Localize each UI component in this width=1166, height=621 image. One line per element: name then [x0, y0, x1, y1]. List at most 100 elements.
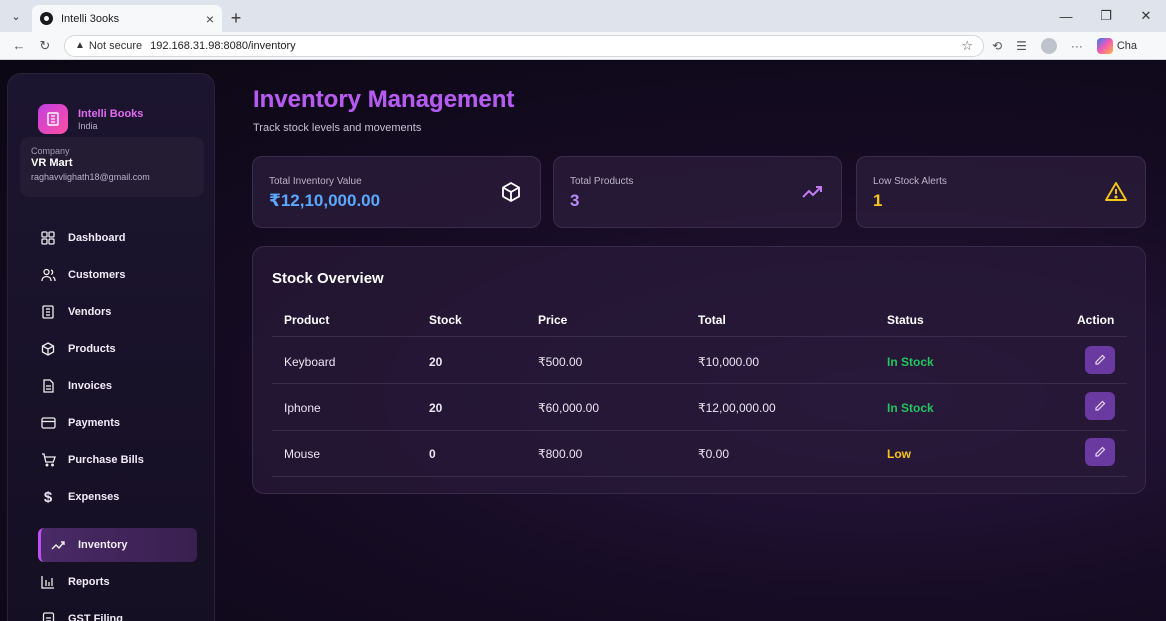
address-bar: ← ↻ ▲ Not secure 192.168.31.98:8080/inve…	[0, 32, 1166, 60]
brand-region: India	[78, 120, 98, 131]
sidebar-item-label: Products	[68, 343, 116, 355]
sidebar-item-inventory[interactable]: Inventory	[38, 528, 197, 562]
copilot-icon[interactable]	[1096, 37, 1113, 54]
bar-chart-icon	[38, 572, 58, 592]
panel-title: Stock Overview	[272, 270, 384, 287]
more-options-icon[interactable]: ···	[1071, 39, 1083, 53]
cell-price: ₹800.00	[538, 447, 583, 461]
sidebar-item-products[interactable]: Products	[38, 332, 198, 366]
pencil-icon	[1095, 400, 1106, 411]
page-title: Inventory Management	[253, 86, 515, 113]
sidebar-item-label: Purchase Bills	[68, 454, 144, 466]
edit-button[interactable]	[1085, 346, 1115, 374]
cell-product: Keyboard	[284, 355, 336, 369]
sidebar-item-label: Expenses	[68, 491, 120, 503]
window-controls: — ❐ ✕	[1046, 0, 1166, 32]
stat-card-total-products: Total Products 3	[553, 156, 842, 228]
file-icon	[38, 609, 58, 621]
sidebar-item-payments[interactable]: Payments	[38, 406, 198, 440]
stat-label: Total Products	[570, 176, 634, 187]
cell-price: ₹500.00	[538, 355, 583, 369]
stat-card-low-stock: Low Stock Alerts 1	[856, 156, 1146, 228]
column-header-total: Total	[698, 313, 726, 327]
sidebar-item-expenses[interactable]: $ Expenses	[38, 480, 198, 514]
refresh-icon[interactable]: ↻	[32, 38, 58, 54]
page-subtitle: Track stock levels and movements	[253, 122, 422, 134]
restore-icon[interactable]: ❐	[1086, 8, 1126, 24]
status-badge: In Stock	[887, 355, 934, 369]
edit-button[interactable]	[1085, 438, 1115, 466]
cell-total: ₹0.00	[698, 447, 729, 461]
url-field[interactable]: ▲ Not secure 192.168.31.98:8080/inventor…	[64, 34, 984, 57]
browser-tab[interactable]: Intelli 3ooks ×	[32, 5, 222, 32]
sidebar-item-label: Reports	[68, 576, 110, 588]
trending-up-icon	[802, 186, 822, 198]
edit-button[interactable]	[1085, 392, 1115, 420]
cart-icon	[38, 450, 58, 470]
sidebar-item-label: Inventory	[78, 539, 128, 551]
cube-icon	[502, 181, 520, 203]
box-icon	[38, 339, 58, 359]
tab-close-icon[interactable]: ×	[206, 11, 214, 27]
company-email: raghavvlighath18@gmail.com	[31, 172, 150, 182]
brand-name: Intelli Books	[78, 107, 144, 120]
profile-avatar[interactable]	[1040, 37, 1057, 54]
sidebar-item-label: GST Filing	[68, 613, 123, 621]
sidebar-item-label: Invoices	[68, 380, 113, 392]
url-text: 192.168.31.98:8080/inventory	[150, 39, 296, 52]
sidebar-item-invoices[interactable]: Invoices	[38, 369, 198, 403]
warning-icon: ▲	[75, 40, 85, 51]
brand: Intelli Books India	[38, 104, 143, 134]
cell-price: ₹60,000.00	[538, 401, 600, 415]
stat-value: ₹12,10,000.00	[269, 191, 381, 210]
back-icon[interactable]: ←	[6, 38, 32, 53]
close-window-icon[interactable]: ✕	[1126, 8, 1166, 24]
minimize-icon[interactable]: —	[1046, 9, 1086, 24]
brand-logo-icon	[38, 104, 68, 134]
app-root: Intelli Books India Company VR Mart ragh…	[0, 61, 1166, 621]
column-header-stock: Stock	[429, 313, 462, 327]
cell-stock: 20	[429, 355, 443, 369]
browser-tab-bar: ⌄ Intelli 3ooks × + — ❐ ✕	[0, 0, 1166, 32]
tab-title: Intelli 3ooks	[61, 12, 120, 25]
stat-value: 1	[873, 191, 883, 210]
building-icon	[38, 302, 58, 322]
trend-icon	[48, 535, 68, 555]
favicon-icon	[40, 12, 53, 25]
pencil-icon	[1095, 354, 1106, 365]
sidebar-item-gst-filing[interactable]: GST Filing	[38, 602, 198, 621]
not-secure-label: Not secure	[88, 39, 143, 52]
sidebar-item-customers[interactable]: Customers	[38, 258, 198, 292]
dollar-icon: $	[43, 488, 53, 506]
table-divider	[272, 336, 1127, 337]
stat-label: Low Stock Alerts	[873, 176, 947, 187]
tab-list-chevron-icon[interactable]: ⌄	[0, 0, 32, 32]
card-icon	[38, 413, 58, 433]
browser-toolbar: ⟲ ☰ ··· Cha	[992, 37, 1137, 54]
sidebar-item-dashboard[interactable]: Dashboard	[38, 221, 198, 255]
pencil-icon	[1095, 446, 1106, 457]
stat-label: Total Inventory Value	[269, 176, 362, 187]
extensions-icon[interactable]: ⟲	[992, 39, 1002, 53]
company-card[interactable]: Company VR Mart raghavvlighath18@gmail.c…	[20, 137, 204, 197]
cell-total: ₹12,00,000.00	[698, 401, 776, 415]
stat-card-inventory-value: Total Inventory Value ₹12,10,000.00	[252, 156, 541, 228]
cell-stock: 20	[429, 401, 443, 415]
cell-total: ₹10,000.00	[698, 355, 760, 369]
sidebar-item-label: Payments	[68, 417, 120, 429]
sidebar-item-vendors[interactable]: Vendors	[38, 295, 198, 329]
sidebar: Intelli Books India Company VR Mart ragh…	[7, 73, 215, 621]
column-header-status: Status	[887, 313, 924, 327]
sidebar-item-purchase-bills[interactable]: Purchase Bills	[38, 443, 198, 477]
new-tab-button[interactable]: +	[222, 5, 250, 32]
table-divider	[272, 383, 1127, 384]
column-header-product: Product	[284, 313, 330, 327]
company-label: Company	[31, 146, 70, 156]
favorite-star-icon[interactable]: ☆	[961, 38, 973, 54]
column-header-action: Action	[1077, 313, 1115, 327]
document-icon	[38, 376, 58, 396]
grid-icon	[38, 228, 58, 248]
favorites-icon[interactable]: ☰	[1016, 39, 1027, 53]
sidebar-item-reports[interactable]: Reports	[38, 565, 198, 599]
stat-value: 3	[570, 191, 580, 210]
